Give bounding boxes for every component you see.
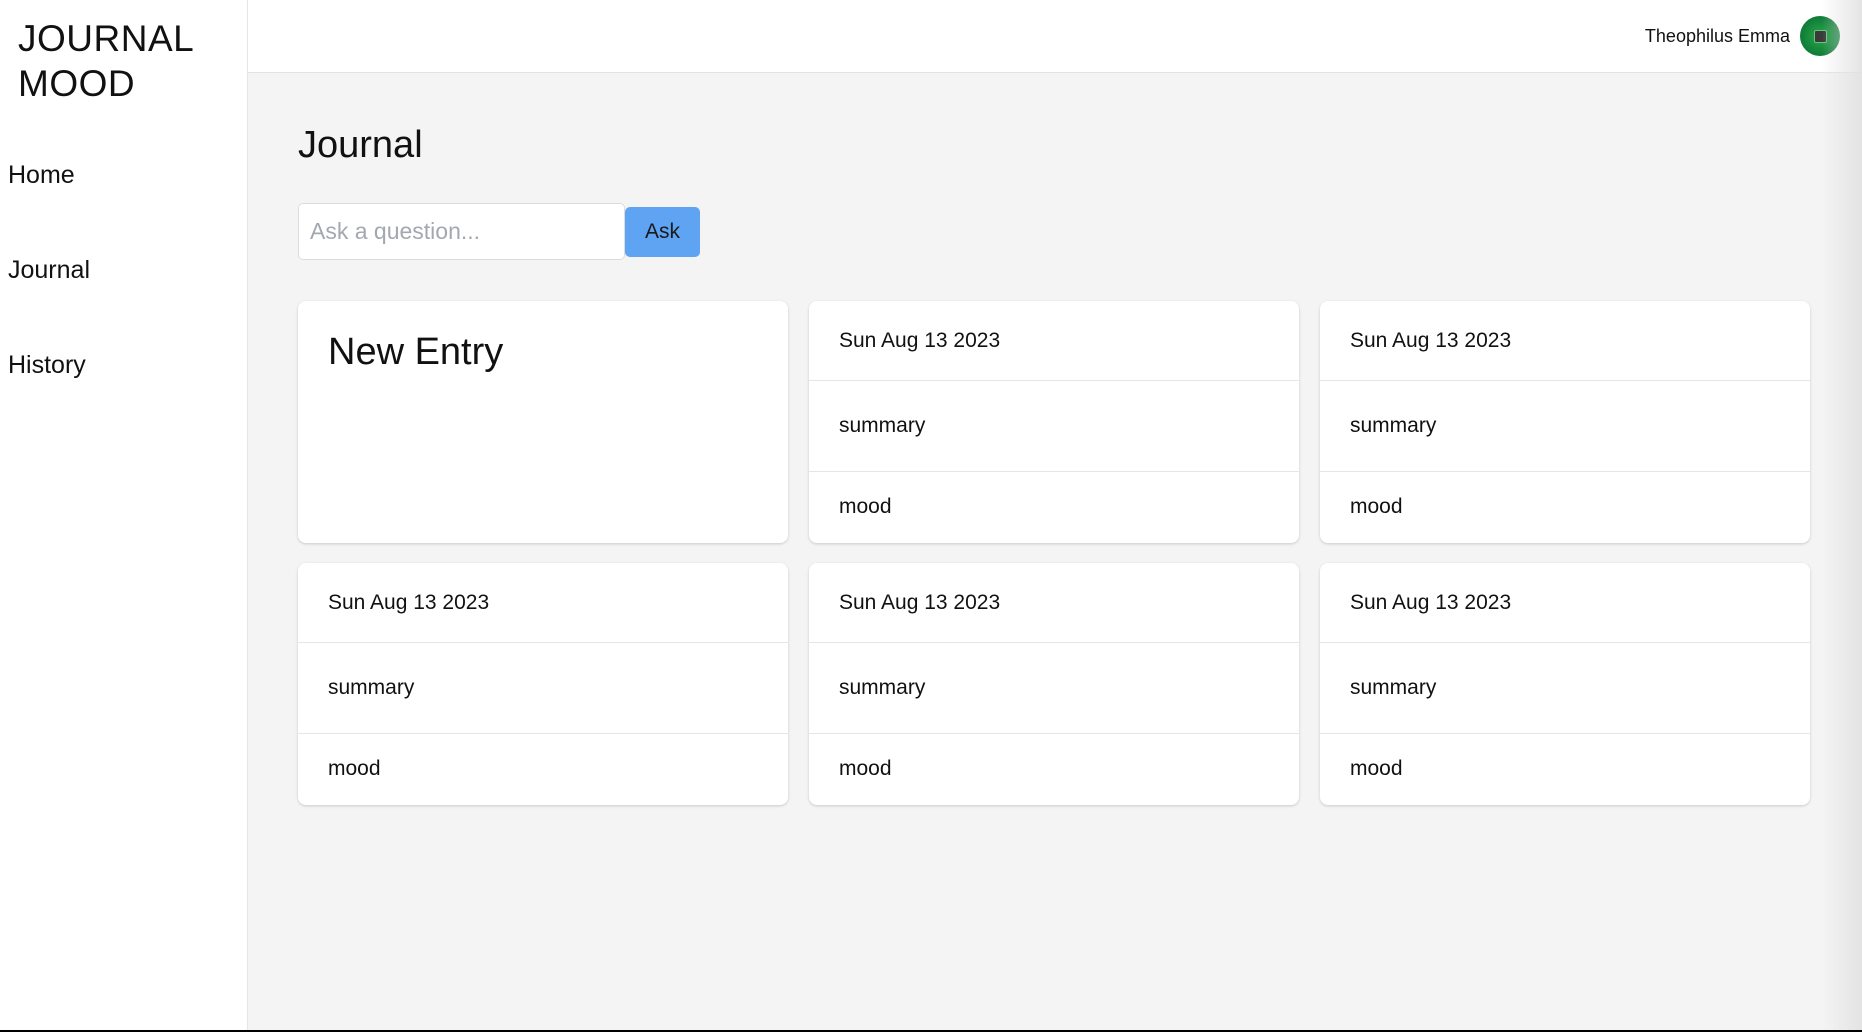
sidebar-item-history[interactable]: History [0, 330, 247, 425]
entry-date: Sun Aug 13 2023 [1320, 563, 1810, 643]
entry-date: Sun Aug 13 2023 [1320, 301, 1810, 381]
entry-card[interactable]: Sun Aug 13 2023 summary mood [809, 563, 1299, 805]
top-bar: Theophilus Emma [248, 0, 1862, 73]
app-logo: JOURNAL MOOD [0, 0, 247, 140]
entry-mood: mood [328, 757, 381, 780]
new-entry-card[interactable]: New Entry [298, 301, 788, 543]
entry-card[interactable]: Sun Aug 13 2023 summary mood [1320, 563, 1810, 805]
page-title: Journal [298, 124, 423, 166]
user-name: Theophilus Emma [1644, 25, 1790, 46]
sidebar: JOURNAL MOOD Home Journal History [0, 0, 248, 1030]
avatar-icon [1813, 29, 1827, 43]
entry-summary: summary [809, 381, 1299, 472]
question-form: Ask [298, 203, 1812, 260]
entry-summary: summary [298, 643, 788, 734]
sidebar-nav: Home Journal History [0, 140, 247, 425]
main-area: Theophilus Emma Journal Ask New Entry Su… [248, 0, 1862, 1030]
entry-card[interactable]: Sun Aug 13 2023 summary mood [1320, 301, 1810, 543]
journal-content: Journal Ask New Entry Sun Aug 13 2023 su… [248, 73, 1862, 805]
entry-summary: summary [1320, 643, 1810, 734]
app-window: JOURNAL MOOD Home Journal History Theoph… [0, 0, 1862, 1032]
entry-mood: mood [1350, 757, 1403, 780]
entry-grid: New Entry Sun Aug 13 2023 summary mood S… [298, 301, 1810, 805]
new-entry-label: New Entry [328, 331, 504, 373]
ask-button[interactable]: Ask [625, 206, 700, 257]
logo-line-2: MOOD [18, 63, 136, 104]
entry-mood: mood [839, 757, 892, 780]
question-input[interactable] [298, 203, 625, 260]
logo-line-1: JOURNAL [18, 18, 195, 59]
entry-date: Sun Aug 13 2023 [809, 563, 1299, 643]
sidebar-item-home[interactable]: Home [0, 140, 247, 235]
entry-date: Sun Aug 13 2023 [809, 301, 1299, 381]
entry-card[interactable]: Sun Aug 13 2023 summary mood [298, 563, 788, 805]
entry-mood: mood [1350, 495, 1403, 518]
sidebar-item-journal[interactable]: Journal [0, 235, 247, 330]
entry-card[interactable]: Sun Aug 13 2023 summary mood [809, 301, 1299, 543]
entry-date: Sun Aug 13 2023 [298, 563, 788, 643]
entry-summary: summary [809, 643, 1299, 734]
entry-summary: summary [1320, 381, 1810, 472]
entry-mood: mood [839, 495, 892, 518]
avatar[interactable] [1800, 16, 1840, 56]
